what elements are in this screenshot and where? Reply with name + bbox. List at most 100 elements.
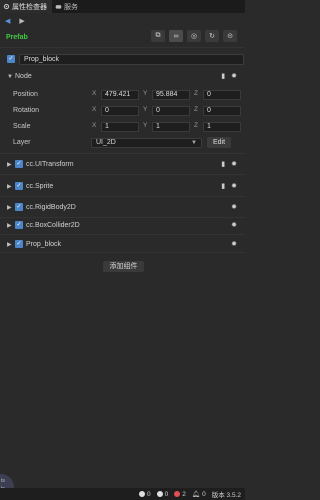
node-section-header[interactable]: ▼ Node ▮ ✹ [0, 70, 245, 83]
component-enabled-checkbox[interactable]: ✓ [15, 160, 23, 168]
tab-services-label: 服务 [64, 3, 78, 11]
history-nav: ◀ ▶ [0, 15, 245, 26]
expand-triangle-icon: ▶ [7, 161, 12, 168]
check-icon: ✓ [16, 183, 22, 189]
layer-select[interactable]: UI_2D ▼ [91, 137, 202, 148]
node-name-input[interactable]: Prop_block [19, 53, 244, 65]
divider [0, 174, 245, 175]
node-section-title: Node [15, 73, 32, 80]
component-header-uitransform[interactable]: ▶ ✓ cc.UITransform ▮ ✹ [0, 157, 245, 171]
divider [0, 47, 245, 48]
tab-services[interactable]: 服务 [52, 0, 83, 13]
component-enabled-checkbox[interactable]: ✓ [15, 221, 23, 229]
prefab-toolbar: Prefab ⧉ ∞ ◎ ↻ ⊝ [0, 29, 245, 46]
position-y-input[interactable]: 95.884 [152, 89, 190, 100]
settings-gear-icon[interactable]: ✹ [231, 160, 237, 168]
divider [0, 196, 245, 197]
chevron-down-icon: ▼ [191, 139, 197, 146]
warning-count-value: 0 [164, 490, 169, 498]
prefab-open-button[interactable]: ⧉ [151, 30, 165, 42]
component-title: Prop_block [26, 240, 62, 248]
prefab-link-button[interactable]: ∞ [169, 30, 183, 42]
settings-gear-icon[interactable]: ✹ [231, 72, 237, 80]
gear-icon [3, 3, 10, 10]
axis-x-label: X [92, 121, 97, 129]
status-bar: 0 0 2 🔔︎ 0 版本 3.5.2 [0, 488, 245, 500]
layer-select-value: UI_2D [96, 138, 116, 146]
back-arrow-icon[interactable]: ◀ [5, 17, 10, 25]
check-icon: ✓ [8, 56, 14, 62]
rotation-y-input[interactable]: 0 [152, 105, 190, 116]
notification-count-value: 0 [202, 490, 206, 498]
settings-gear-icon[interactable]: ✹ [231, 203, 237, 211]
book-icon[interactable]: ▮ [221, 182, 225, 190]
rotation-row: Rotation X 0 Y 0 Z 0 [0, 105, 245, 116]
component-header-rigidbody2d[interactable]: ▶ ✓ cc.RigidBody2D ✹ [0, 200, 245, 214]
settings-gear-icon[interactable]: ✹ [231, 221, 237, 229]
check-icon: ✓ [16, 222, 22, 228]
node-active-checkbox[interactable]: ✓ [7, 55, 15, 63]
expand-triangle-icon: ▶ [7, 183, 12, 190]
add-component-button[interactable]: 添加组件 [103, 261, 144, 272]
axis-x-label: X [92, 89, 97, 97]
info-count-value: 0 [146, 490, 151, 498]
node-name-row: ✓ Prop_block [0, 53, 245, 65]
locate-icon: ◎ [190, 33, 198, 40]
info-count[interactable]: 0 [138, 490, 151, 498]
rotation-label: Rotation [13, 107, 40, 114]
scale-label: Scale [13, 123, 31, 130]
link-icon: ∞ [173, 32, 179, 40]
divider [0, 153, 245, 154]
apply-icon: ⊝ [227, 33, 233, 40]
component-enabled-checkbox[interactable]: ✓ [15, 182, 23, 190]
layer-edit-button[interactable]: Edit [207, 137, 231, 148]
error-count-value: 2 [182, 490, 186, 498]
tab-inspector[interactable]: 属性检查器 [0, 0, 52, 13]
scale-x-input[interactable]: 1 [101, 121, 139, 132]
rotation-z-input[interactable]: 0 [203, 105, 241, 116]
info-icon [138, 491, 145, 497]
prefab-apply-button[interactable]: ⊝ [223, 30, 237, 42]
component-title: cc.BoxCollider2D [26, 221, 80, 229]
tab-inspector-label: 属性检查器 [12, 3, 47, 11]
component-enabled-checkbox[interactable]: ✓ [15, 240, 23, 248]
check-icon: ✓ [16, 204, 22, 210]
expand-triangle-icon: ▶ [7, 222, 12, 229]
scale-y-input[interactable]: 1 [152, 121, 190, 132]
position-z-input[interactable]: 0 [203, 89, 241, 100]
axis-y-label: Y [143, 121, 148, 129]
notification-count[interactable]: 🔔︎ 0 [191, 490, 206, 499]
expand-triangle-icon: ▶ [7, 241, 12, 248]
component-header-sprite[interactable]: ▶ ✓ cc.Sprite ▮ ✹ [0, 179, 245, 193]
component-header-boxcollider2d[interactable]: ▶ ✓ cc.BoxCollider2D ✹ [0, 218, 245, 232]
collapse-triangle-icon: ▼ [7, 73, 13, 80]
rotation-x-input[interactable]: 0 [101, 105, 139, 116]
warning-count[interactable]: 0 [156, 490, 169, 498]
component-enabled-checkbox[interactable]: ✓ [15, 203, 23, 211]
error-icon [174, 491, 181, 497]
book-icon[interactable]: ▮ [221, 160, 225, 168]
component-header-prop-block[interactable]: ▶ ✓ Prop_block ✹ [0, 237, 245, 251]
scale-z-input[interactable]: 1 [203, 121, 241, 132]
position-x-input[interactable]: 479.421 [101, 89, 139, 100]
axis-z-label: Z [194, 121, 198, 129]
axis-y-label: Y [143, 89, 148, 97]
component-title: cc.RigidBody2D [26, 203, 76, 211]
warning-icon [156, 491, 163, 497]
error-count[interactable]: 2 [174, 491, 186, 498]
prefab-locate-button[interactable]: ◎ [187, 30, 201, 42]
layer-label: Layer [13, 139, 31, 146]
forward-arrow-icon[interactable]: ▶ [19, 17, 24, 25]
panel-tab-bar: 属性检查器 服务 [0, 0, 245, 13]
bell-icon: 🔔︎ [191, 491, 201, 498]
divider [0, 234, 245, 235]
check-icon: ✓ [16, 241, 22, 247]
prefab-revert-button[interactable]: ↻ [205, 30, 219, 42]
scale-row: Scale X 1 Y 1 Z 1 [0, 121, 245, 132]
prefab-label: Prefab [6, 34, 28, 41]
book-icon[interactable]: ▮ [221, 72, 225, 80]
version-label: 版本 3.5.2 [211, 492, 241, 499]
settings-gear-icon[interactable]: ✹ [231, 240, 237, 248]
settings-gear-icon[interactable]: ✹ [231, 182, 237, 190]
check-icon: ✓ [16, 161, 22, 167]
